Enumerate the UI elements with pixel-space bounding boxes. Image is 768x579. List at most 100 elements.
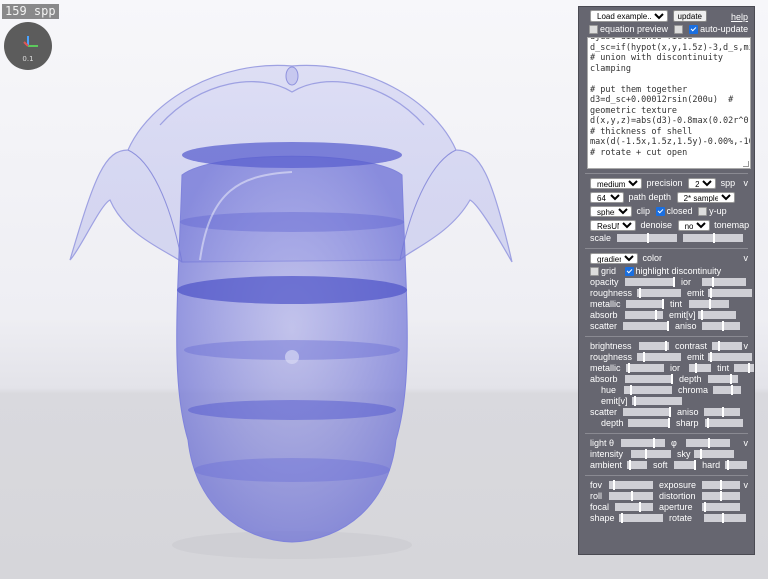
emit-v-slider[interactable] — [697, 310, 736, 321]
update-button[interactable]: update — [672, 10, 707, 22]
grid-checkbox[interactable] — [590, 266, 599, 276]
bg-roughness-label: roughness — [590, 352, 633, 362]
bg-roughness-slider[interactable] — [636, 352, 681, 363]
brightness-label: brightness — [590, 341, 632, 351]
path-depth-label: path depth — [628, 192, 672, 202]
focal-slider[interactable] — [614, 502, 653, 513]
light-phi-slider[interactable] — [685, 438, 730, 449]
collapse-camera-icon[interactable]: v — [744, 480, 749, 491]
bg-depth2-label: depth — [601, 418, 624, 428]
scatter-label: scatter — [590, 321, 618, 331]
closed-checkbox[interactable] — [655, 206, 665, 216]
ambient-slider[interactable] — [626, 460, 647, 471]
collapse-render-icon[interactable]: v — [744, 178, 749, 189]
emit-slider[interactable] — [707, 288, 752, 299]
scale-slider-1[interactable] — [616, 233, 677, 244]
ior-slider[interactable] — [701, 277, 746, 288]
bg-scatter-label: scatter — [590, 407, 618, 417]
roll-label: roll — [590, 491, 603, 501]
collapse-background-icon[interactable]: v — [744, 341, 749, 352]
roughness-slider[interactable] — [636, 288, 681, 299]
hard-label: hard — [702, 460, 721, 470]
auto-update-checkbox[interactable] — [689, 24, 699, 34]
color-mode-select[interactable]: gradient — [590, 253, 638, 264]
bg-emit-label: emit — [687, 352, 705, 362]
aniso-label: aniso — [675, 321, 697, 331]
resize-grip-icon[interactable] — [743, 161, 749, 167]
intensity-slider[interactable] — [630, 449, 671, 460]
exposure-slider[interactable] — [701, 480, 740, 491]
opacity-slider[interactable] — [624, 277, 675, 288]
tint-slider[interactable] — [688, 299, 729, 310]
light-theta-label: light θ — [590, 438, 615, 448]
aniso-slider[interactable] — [701, 321, 740, 332]
bg-aniso-label: aniso — [677, 407, 699, 417]
precision-label: precision — [646, 178, 683, 188]
highlight-discontinuity-checkbox[interactable] — [624, 266, 634, 276]
tonemap-select[interactable]: no — [677, 220, 710, 231]
bg-depth-slider[interactable] — [707, 374, 738, 385]
contrast-slider[interactable] — [711, 341, 742, 352]
bg-depth-label: depth — [679, 374, 702, 384]
bg-emit-v-label: emit[v] — [601, 396, 628, 406]
equation-preview-label: equation preview — [600, 24, 669, 34]
bg-emit-v-slider[interactable] — [631, 396, 682, 407]
equation-code-editor[interactable]: djust distance field d_sc=if(hypot(x,y,1… — [587, 37, 751, 169]
sharp-slider[interactable] — [704, 418, 743, 429]
path-depth-select[interactable]: 64 — [590, 192, 624, 203]
quality-select[interactable]: medium — [590, 178, 642, 189]
bg-scatter-slider[interactable] — [622, 407, 671, 418]
intensity-label: intensity — [590, 449, 624, 459]
scatter-slider[interactable] — [622, 321, 669, 332]
chroma-slider[interactable] — [712, 385, 741, 396]
fov-label: fov — [590, 480, 603, 490]
collapse-material-icon[interactable]: v — [744, 253, 749, 264]
bg-tint-label: tint — [717, 363, 730, 373]
roll-slider[interactable] — [608, 491, 653, 502]
equation-code-text: djust distance field d_sc=if(hypot(x,y,1… — [590, 37, 751, 158]
brightness-slider[interactable] — [638, 341, 669, 352]
absorb-slider[interactable] — [624, 310, 663, 321]
bg-emit-slider[interactable] — [707, 352, 752, 363]
opacity-label: opacity — [590, 277, 619, 287]
soft-label: soft — [653, 460, 668, 470]
tonemap-label: tonemap — [714, 220, 750, 230]
samples-select[interactable]: 2* samples — [676, 192, 735, 203]
sky-label: sky — [677, 449, 691, 459]
spp-select[interactable]: 2* — [688, 178, 717, 189]
y-up-label: y-up — [709, 206, 727, 216]
distortion-slider[interactable] — [701, 491, 740, 502]
bg-aniso-slider[interactable] — [703, 407, 740, 418]
shape-slider[interactable] — [618, 513, 663, 524]
y-up-checkbox[interactable] — [698, 206, 708, 216]
emit-label: emit — [687, 288, 705, 298]
metallic-slider[interactable] — [625, 299, 664, 310]
hard-slider[interactable] — [724, 460, 747, 471]
clip-select[interactable]: sphere — [590, 206, 632, 217]
bg-ior-slider[interactable] — [688, 363, 711, 374]
soft-slider[interactable] — [673, 460, 696, 471]
bg-absorb-slider[interactable] — [624, 374, 673, 385]
unlabeled-checkbox[interactable] — [673, 24, 683, 34]
bg-depth2-slider[interactable] — [627, 418, 670, 429]
bg-metallic-slider[interactable] — [625, 363, 664, 374]
collapse-light-icon[interactable]: v — [744, 438, 749, 449]
bg-tint-slider[interactable] — [733, 363, 754, 374]
scale-slider-2[interactable] — [683, 233, 744, 244]
light-theta-slider[interactable] — [620, 438, 665, 449]
tint-label: tint — [670, 299, 683, 309]
axes-gizmo[interactable]: 0.1 — [4, 22, 52, 70]
equation-preview-checkbox[interactable] — [589, 24, 598, 34]
help-link[interactable]: help — [731, 10, 748, 24]
fov-slider[interactable] — [608, 480, 653, 491]
denoise-select[interactable]: ResUNet — [590, 220, 636, 231]
chroma-label: chroma — [678, 385, 709, 395]
roughness-label: roughness — [590, 288, 633, 298]
hue-slider[interactable] — [623, 385, 672, 396]
aperture-slider[interactable] — [701, 502, 740, 513]
spp-counter: 159 spp — [2, 4, 59, 19]
sky-slider[interactable] — [693, 449, 734, 460]
load-example-select[interactable]: Load example... — [590, 10, 668, 22]
rotate-slider[interactable] — [703, 513, 746, 524]
scale-label: scale — [590, 233, 612, 243]
